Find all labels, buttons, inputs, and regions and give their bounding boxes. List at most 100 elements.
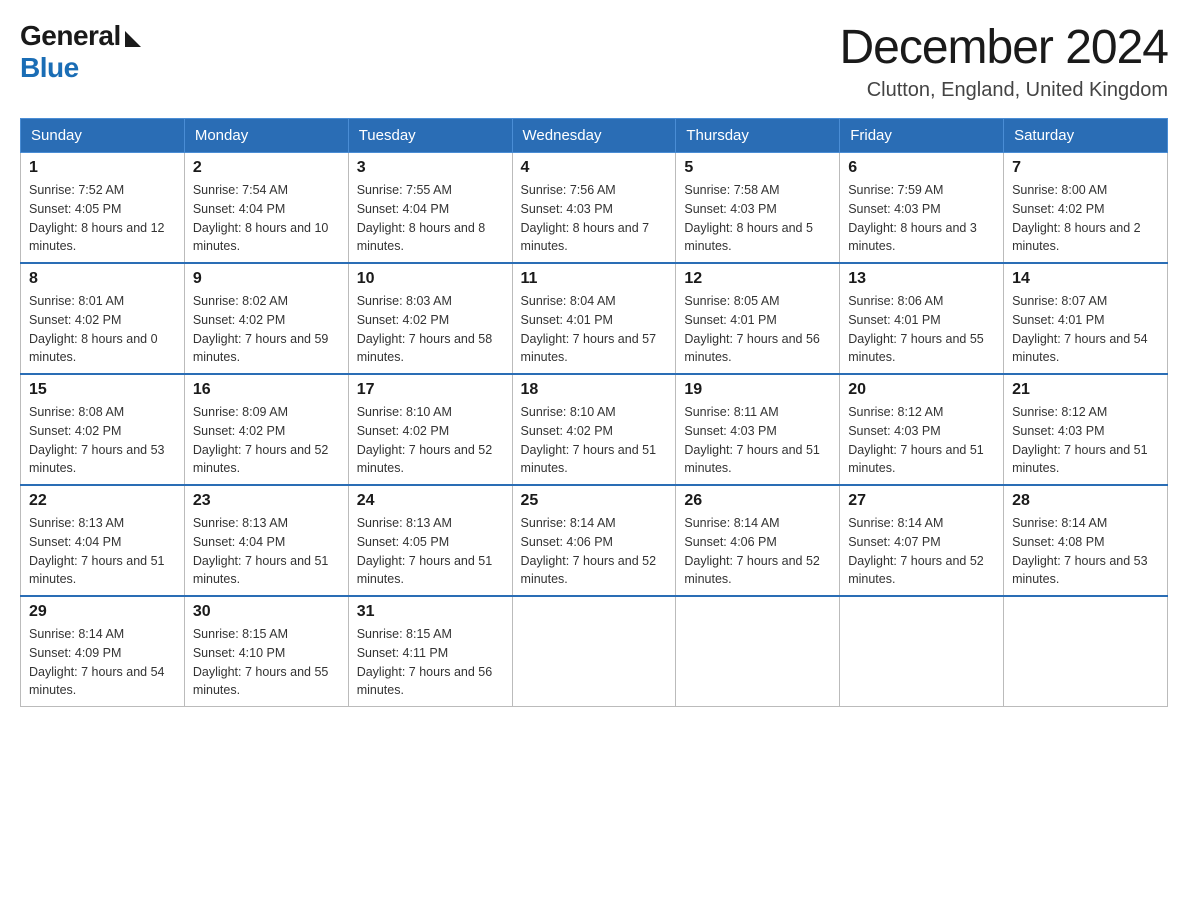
logo: General Blue	[20, 20, 141, 84]
day-info: Sunrise: 8:12 AMSunset: 4:03 PMDaylight:…	[848, 403, 995, 478]
day-info: Sunrise: 7:58 AMSunset: 4:03 PMDaylight:…	[684, 181, 831, 256]
day-info: Sunrise: 7:55 AMSunset: 4:04 PMDaylight:…	[357, 181, 504, 256]
table-row: 25Sunrise: 8:14 AMSunset: 4:06 PMDayligh…	[512, 485, 676, 596]
day-info: Sunrise: 8:08 AMSunset: 4:02 PMDaylight:…	[29, 403, 176, 478]
day-number: 4	[521, 159, 668, 177]
table-row: 4 Sunrise: 7:56 AMSunset: 4:03 PMDaylight…	[512, 153, 676, 264]
header-thursday: Thursday	[676, 119, 840, 153]
table-row: 18 Sunrise: 8:10 AMSunset: 4:02 PMDayligh…	[512, 374, 676, 485]
day-info: Sunrise: 8:13 AMSunset: 4:05 PMDaylight:…	[357, 514, 504, 589]
header-wednesday: Wednesday	[512, 119, 676, 153]
table-row: 31Sunrise: 8:15 AMSunset: 4:11 PMDayligh…	[348, 596, 512, 707]
table-row: 10 Sunrise: 8:03 AMSunset: 4:02 PMDayligh…	[348, 263, 512, 374]
day-info: Sunrise: 8:10 AMSunset: 4:02 PMDaylight:…	[357, 403, 504, 478]
day-info: Sunrise: 8:14 AMSunset: 4:06 PMDaylight:…	[684, 514, 831, 589]
day-number: 17	[357, 381, 504, 399]
day-number: 1	[29, 159, 176, 177]
day-info: Sunrise: 7:56 AMSunset: 4:03 PMDaylight:…	[521, 181, 668, 256]
day-number: 28	[1012, 492, 1159, 510]
table-row: 29 Sunrise: 8:14 AMSunset: 4:09 PMDayligh…	[21, 596, 185, 707]
header-sunday: Sunday	[21, 119, 185, 153]
day-info: Sunrise: 8:03 AMSunset: 4:02 PMDaylight:…	[357, 292, 504, 367]
table-row: 23 Sunrise: 8:13 AMSunset: 4:04 PMDayligh…	[184, 485, 348, 596]
table-row: 13Sunrise: 8:06 AMSunset: 4:01 PMDayligh…	[840, 263, 1004, 374]
calendar-header-row: Sunday Monday Tuesday Wednesday Thursday…	[21, 119, 1168, 153]
day-info: Sunrise: 8:14 AMSunset: 4:07 PMDaylight:…	[848, 514, 995, 589]
day-number: 26	[684, 492, 831, 510]
day-number: 5	[684, 159, 831, 177]
day-number: 24	[357, 492, 504, 510]
day-info: Sunrise: 8:02 AMSunset: 4:02 PMDaylight:…	[193, 292, 340, 367]
month-title: December 2024	[839, 20, 1168, 75]
day-number: 13	[848, 270, 995, 288]
day-info: Sunrise: 8:12 AMSunset: 4:03 PMDaylight:…	[1012, 403, 1159, 478]
header-friday: Friday	[840, 119, 1004, 153]
day-number: 11	[521, 270, 668, 288]
day-info: Sunrise: 8:01 AMSunset: 4:02 PMDaylight:…	[29, 292, 176, 367]
table-row: 16 Sunrise: 8:09 AMSunset: 4:02 PMDayligh…	[184, 374, 348, 485]
day-number: 23	[193, 492, 340, 510]
day-number: 14	[1012, 270, 1159, 288]
table-row: 28 Sunrise: 8:14 AMSunset: 4:08 PMDayligh…	[1004, 485, 1168, 596]
table-row: 3Sunrise: 7:55 AMSunset: 4:04 PMDaylight…	[348, 153, 512, 264]
day-number: 19	[684, 381, 831, 399]
table-row: 19Sunrise: 8:11 AMSunset: 4:03 PMDayligh…	[676, 374, 840, 485]
calendar-week-1: 1Sunrise: 7:52 AMSunset: 4:05 PMDaylight…	[21, 153, 1168, 264]
day-number: 27	[848, 492, 995, 510]
page-header: General Blue December 2024 Clutton, Engl…	[20, 20, 1168, 102]
day-number: 30	[193, 603, 340, 621]
table-row: 11 Sunrise: 8:04 AMSunset: 4:01 PMDayligh…	[512, 263, 676, 374]
day-number: 25	[521, 492, 668, 510]
day-number: 18	[521, 381, 668, 399]
day-number: 16	[193, 381, 340, 399]
day-info: Sunrise: 8:14 AMSunset: 4:08 PMDaylight:…	[1012, 514, 1159, 589]
logo-blue-text: Blue	[20, 52, 79, 84]
table-row: 8Sunrise: 8:01 AMSunset: 4:02 PMDaylight…	[21, 263, 185, 374]
title-block: December 2024 Clutton, England, United K…	[839, 20, 1168, 102]
day-info: Sunrise: 8:10 AMSunset: 4:02 PMDaylight:…	[521, 403, 668, 478]
header-monday: Monday	[184, 119, 348, 153]
day-info: Sunrise: 7:59 AMSunset: 4:03 PMDaylight:…	[848, 181, 995, 256]
day-number: 6	[848, 159, 995, 177]
day-info: Sunrise: 8:13 AMSunset: 4:04 PMDaylight:…	[193, 514, 340, 589]
logo-general-text: General	[20, 20, 121, 52]
day-info: Sunrise: 8:07 AMSunset: 4:01 PMDaylight:…	[1012, 292, 1159, 367]
table-row	[512, 596, 676, 707]
table-row: 15 Sunrise: 8:08 AMSunset: 4:02 PMDayligh…	[21, 374, 185, 485]
table-row: 9 Sunrise: 8:02 AMSunset: 4:02 PMDaylight…	[184, 263, 348, 374]
table-row: 2Sunrise: 7:54 AMSunset: 4:04 PMDaylight…	[184, 153, 348, 264]
day-number: 7	[1012, 159, 1159, 177]
day-info: Sunrise: 8:09 AMSunset: 4:02 PMDaylight:…	[193, 403, 340, 478]
table-row	[840, 596, 1004, 707]
calendar-week-5: 29 Sunrise: 8:14 AMSunset: 4:09 PMDayligh…	[21, 596, 1168, 707]
table-row: 27 Sunrise: 8:14 AMSunset: 4:07 PMDayligh…	[840, 485, 1004, 596]
table-row: 7 Sunrise: 8:00 AMSunset: 4:02 PMDaylight…	[1004, 153, 1168, 264]
table-row	[676, 596, 840, 707]
table-row: 24 Sunrise: 8:13 AMSunset: 4:05 PMDayligh…	[348, 485, 512, 596]
table-row: 5 Sunrise: 7:58 AMSunset: 4:03 PMDaylight…	[676, 153, 840, 264]
location-text: Clutton, England, United Kingdom	[839, 79, 1168, 102]
header-saturday: Saturday	[1004, 119, 1168, 153]
day-info: Sunrise: 8:05 AMSunset: 4:01 PMDaylight:…	[684, 292, 831, 367]
day-number: 21	[1012, 381, 1159, 399]
logo-arrow-icon	[125, 31, 141, 47]
table-row	[1004, 596, 1168, 707]
day-number: 10	[357, 270, 504, 288]
day-info: Sunrise: 8:04 AMSunset: 4:01 PMDaylight:…	[521, 292, 668, 367]
day-number: 2	[193, 159, 340, 177]
day-number: 31	[357, 603, 504, 621]
calendar-week-2: 8Sunrise: 8:01 AMSunset: 4:02 PMDaylight…	[21, 263, 1168, 374]
calendar-week-4: 22Sunrise: 8:13 AMSunset: 4:04 PMDayligh…	[21, 485, 1168, 596]
calendar-table: Sunday Monday Tuesday Wednesday Thursday…	[20, 118, 1168, 707]
table-row: 21 Sunrise: 8:12 AMSunset: 4:03 PMDayligh…	[1004, 374, 1168, 485]
table-row: 6 Sunrise: 7:59 AMSunset: 4:03 PMDaylight…	[840, 153, 1004, 264]
day-info: Sunrise: 8:14 AMSunset: 4:09 PMDaylight:…	[29, 625, 176, 700]
table-row: 1Sunrise: 7:52 AMSunset: 4:05 PMDaylight…	[21, 153, 185, 264]
day-number: 9	[193, 270, 340, 288]
calendar-week-3: 15 Sunrise: 8:08 AMSunset: 4:02 PMDayligh…	[21, 374, 1168, 485]
table-row: 30Sunrise: 8:15 AMSunset: 4:10 PMDayligh…	[184, 596, 348, 707]
day-number: 15	[29, 381, 176, 399]
day-info: Sunrise: 8:00 AMSunset: 4:02 PMDaylight:…	[1012, 181, 1159, 256]
header-tuesday: Tuesday	[348, 119, 512, 153]
day-number: 29	[29, 603, 176, 621]
